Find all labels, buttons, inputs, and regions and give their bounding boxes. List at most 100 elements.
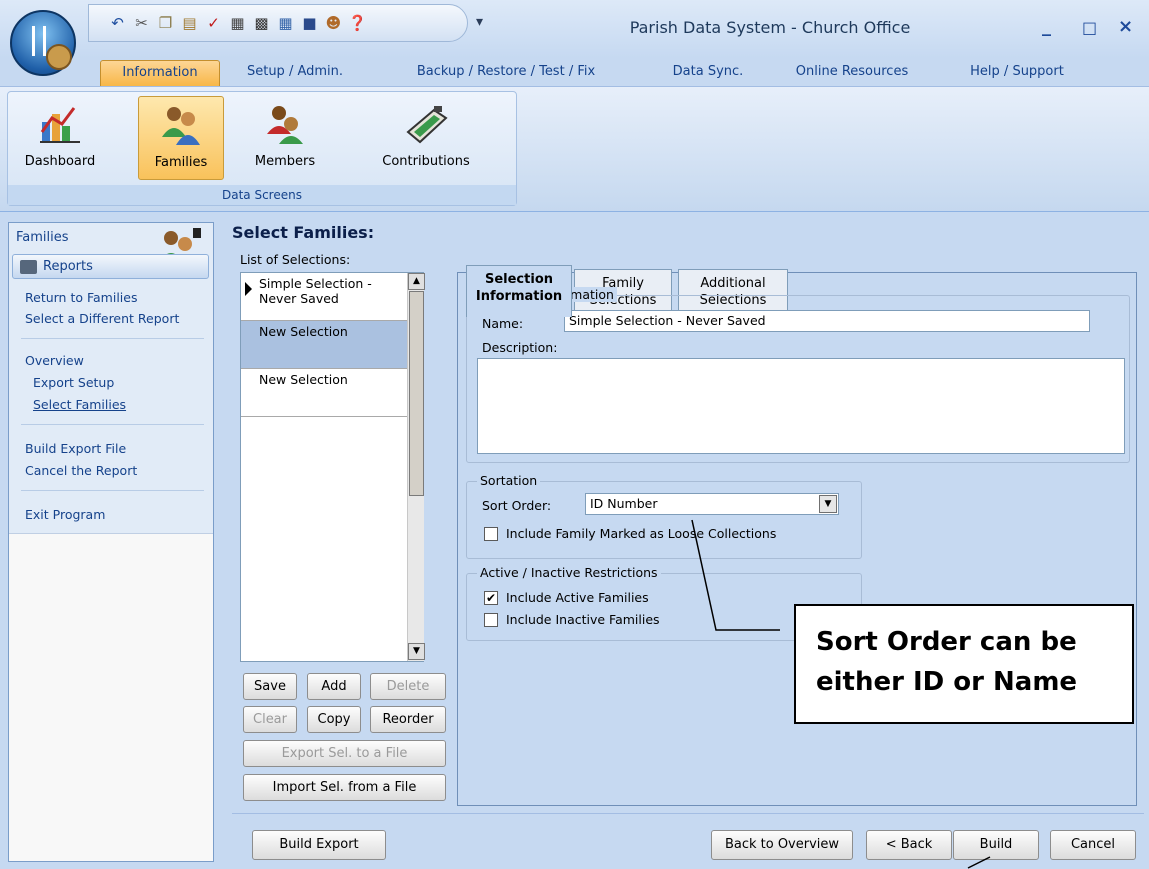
navigation-pane: Families Reports Return to Families Sele… bbox=[8, 222, 214, 862]
selection-tab-control: Selection Information Family Selections … bbox=[457, 265, 1137, 806]
selections-list[interactable]: Simple Selection - Never Saved New Selec… bbox=[240, 272, 425, 662]
list-item[interactable]: New Selection bbox=[241, 369, 423, 417]
loose-collections-checkbox[interactable] bbox=[484, 527, 498, 541]
nav-divider bbox=[21, 338, 204, 339]
maximize-button[interactable]: □ bbox=[1082, 18, 1097, 37]
sortation-group: Sortation Sort Order: ID Number ▼ Includ… bbox=[466, 473, 862, 559]
nav-divider bbox=[21, 424, 204, 425]
group-title: Active / Inactive Restrictions bbox=[477, 565, 661, 580]
calendar-icon[interactable]: ▦ bbox=[275, 13, 296, 34]
import-selection-button[interactable]: Import Sel. from a File bbox=[243, 774, 446, 801]
close-button[interactable]: × bbox=[1118, 16, 1133, 37]
monitor-icon[interactable]: ■ bbox=[299, 13, 320, 34]
add-button[interactable]: Add bbox=[307, 673, 361, 700]
sort-order-value: ID Number bbox=[590, 496, 658, 511]
dashboard-button[interactable]: Dashboard bbox=[10, 96, 110, 180]
current-row-indicator bbox=[245, 282, 252, 296]
tab-information[interactable]: Information bbox=[100, 60, 220, 86]
families-button[interactable]: Families bbox=[138, 96, 224, 180]
build-export-button[interactable]: Build Export bbox=[252, 830, 386, 860]
members-label: Members bbox=[254, 154, 316, 169]
save-button[interactable]: Save bbox=[243, 673, 297, 700]
paste-icon[interactable]: ▤ bbox=[179, 13, 200, 34]
include-active-checkbox[interactable]: ✔ bbox=[484, 591, 498, 605]
annotation-callout: Sort Order can be either ID or Name bbox=[794, 604, 1134, 724]
build-button[interactable]: Build bbox=[953, 830, 1039, 860]
callout-line-1: Sort Order can be bbox=[816, 627, 1077, 657]
nav-select-different-report[interactable]: Select a Different Report bbox=[25, 311, 179, 326]
scroll-down-icon[interactable]: ▼ bbox=[408, 643, 425, 660]
cancel-button[interactable]: Cancel bbox=[1050, 830, 1136, 860]
delete-button[interactable]: Delete bbox=[370, 673, 446, 700]
sort-order-label: Sort Order: bbox=[482, 498, 552, 513]
scroll-up-icon[interactable]: ▲ bbox=[408, 273, 425, 290]
reorder-button[interactable]: Reorder bbox=[370, 706, 446, 733]
nav-cancel-report[interactable]: Cancel the Report bbox=[25, 463, 137, 478]
chevron-down-icon[interactable]: ▼ bbox=[819, 495, 837, 513]
list-scrollbar[interactable]: ▲ ▼ bbox=[407, 273, 425, 661]
back-to-overview-button[interactable]: Back to Overview bbox=[711, 830, 853, 860]
help-icon[interactable]: ❓ bbox=[347, 13, 368, 34]
list-label: List of Selections: bbox=[240, 252, 351, 267]
tab-label-line1: Additional bbox=[700, 276, 766, 291]
page-title: Select Families: bbox=[232, 223, 375, 242]
scroll-thumb[interactable] bbox=[409, 291, 424, 496]
bottom-button-bar: Build Export Back to Overview < Back Bui… bbox=[232, 813, 1144, 869]
print-icon[interactable]: ▦ bbox=[227, 13, 248, 34]
copy-icon[interactable]: ❐ bbox=[155, 13, 176, 34]
tab-data-sync[interactable]: Data Sync. bbox=[658, 60, 758, 86]
tab-setup-admin[interactable]: Setup / Admin. bbox=[230, 60, 360, 86]
callout-line-2: either ID or Name bbox=[816, 667, 1078, 697]
cut-icon[interactable]: ✂ bbox=[131, 13, 152, 34]
nav-pane-empty-area bbox=[9, 533, 213, 861]
description-label: Description: bbox=[482, 340, 558, 355]
include-active-label: Include Active Families bbox=[506, 590, 649, 605]
list-item[interactable]: New Selection bbox=[241, 321, 423, 369]
chart-icon bbox=[40, 107, 80, 143]
calculator-icon[interactable]: ▩ bbox=[251, 13, 272, 34]
selection-information-group: Selection Information Name: Simple Selec… bbox=[466, 287, 1130, 463]
export-selection-button[interactable]: Export Sel. to a File bbox=[243, 740, 446, 767]
list-item-label: New Selection bbox=[259, 372, 348, 387]
spellcheck-icon[interactable]: ✓ bbox=[203, 13, 224, 34]
nav-export-setup[interactable]: Export Setup bbox=[33, 375, 114, 390]
ribbon-group-label: Data Screens bbox=[8, 185, 516, 205]
family-icon bbox=[162, 107, 200, 145]
people-icon[interactable]: ☻ bbox=[323, 13, 344, 34]
clear-button[interactable]: Clear bbox=[243, 706, 297, 733]
application-orb-button[interactable] bbox=[10, 10, 76, 76]
dashboard-label: Dashboard bbox=[24, 154, 96, 169]
members-button[interactable]: Members bbox=[240, 96, 330, 180]
back-button[interactable]: < Back bbox=[866, 830, 952, 860]
nav-exit-program[interactable]: Exit Program bbox=[25, 507, 105, 522]
name-field[interactable]: Simple Selection - Never Saved bbox=[564, 310, 1090, 332]
sort-order-dropdown[interactable]: ID Number ▼ bbox=[585, 493, 839, 515]
list-item-label: New Selection bbox=[259, 324, 348, 339]
copy-button[interactable]: Copy bbox=[307, 706, 361, 733]
include-inactive-checkbox[interactable] bbox=[484, 613, 498, 627]
reports-section-header[interactable]: Reports bbox=[12, 254, 209, 279]
contributions-button[interactable]: Contributions bbox=[374, 96, 478, 180]
customize-toolbar-icon[interactable]: ▾ bbox=[476, 14, 483, 30]
minimize-button[interactable]: _ bbox=[1042, 16, 1051, 37]
main-content: Select Families: List of Selections: Sim… bbox=[222, 222, 1144, 813]
undo-icon[interactable]: ↶ bbox=[107, 13, 128, 34]
list-item[interactable]: Simple Selection - Never Saved bbox=[241, 273, 423, 321]
nav-build-export-file[interactable]: Build Export File bbox=[25, 441, 126, 456]
contributions-icon bbox=[406, 106, 448, 144]
group-title: Sortation bbox=[477, 473, 541, 488]
nav-return-to-families[interactable]: Return to Families bbox=[25, 290, 137, 305]
reports-label: Reports bbox=[43, 259, 93, 274]
list-item-label: Simple Selection - Never Saved bbox=[259, 276, 372, 306]
ribbon-group-data-screens: Dashboard Families Members Contributions… bbox=[7, 91, 517, 206]
nav-divider bbox=[21, 490, 204, 491]
tab-online-resources[interactable]: Online Resources bbox=[782, 60, 922, 86]
tab-help-support[interactable]: Help / Support bbox=[952, 60, 1082, 86]
tab-backup-restore[interactable]: Backup / Restore / Test / Fix bbox=[396, 60, 616, 86]
tab-selection-information[interactable]: Selection Information bbox=[466, 265, 572, 317]
include-inactive-label: Include Inactive Families bbox=[506, 612, 660, 627]
nav-select-families[interactable]: Select Families bbox=[33, 397, 126, 412]
nav-overview[interactable]: Overview bbox=[25, 353, 84, 368]
description-field[interactable] bbox=[477, 358, 1125, 454]
contributions-label: Contributions bbox=[382, 154, 470, 169]
